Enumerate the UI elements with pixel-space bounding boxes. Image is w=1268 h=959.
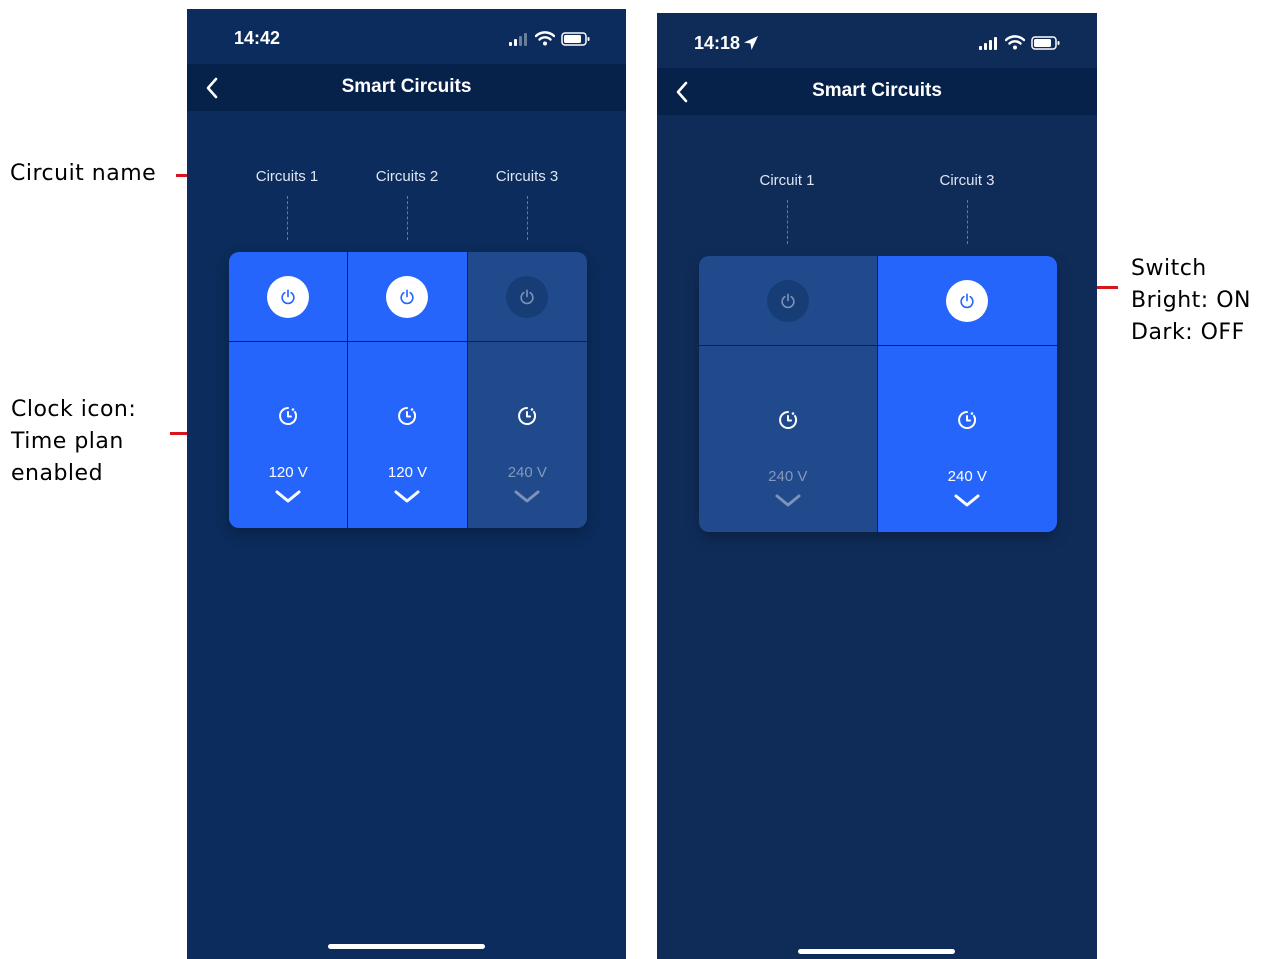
circuit-column-3: 240 V [466, 252, 587, 528]
circuit-detail-cell[interactable]: 120 V [229, 342, 348, 528]
circuit-connector [527, 196, 528, 240]
power-button[interactable] [946, 279, 989, 322]
clock-icon[interactable] [276, 404, 300, 428]
circuit-connector [967, 200, 968, 244]
circuit-switch-cell[interactable] [467, 252, 587, 342]
voltage-label: 240 V [947, 468, 987, 485]
power-icon [781, 292, 795, 308]
circuit-switch-cell[interactable] [699, 256, 877, 346]
cellular-signal-icon [509, 32, 527, 46]
circuit-switch-cell[interactable] [348, 252, 467, 342]
annotation-switch: Switch Bright: ON Dark: OFF [1131, 256, 1251, 345]
circuit-connector [407, 196, 408, 240]
status-time: 14:42 [234, 28, 281, 48]
voltage-label: 120 V [268, 464, 308, 481]
status-icons [509, 31, 591, 46]
location-arrow-icon [744, 36, 758, 50]
clock-icon[interactable] [776, 408, 800, 432]
circuit-switch-cell[interactable] [877, 256, 1057, 346]
chevron-down-icon[interactable] [393, 489, 421, 505]
circuit-column-1: 240 V [699, 256, 877, 532]
circuit-detail-cell[interactable]: 120 V [348, 342, 467, 528]
circuit-panel: 240 V 240 V [699, 256, 1057, 532]
circuit-column-1: 120 V [229, 252, 348, 528]
power-button[interactable] [766, 279, 809, 322]
clock-icon[interactable] [955, 408, 979, 432]
status-icons [979, 35, 1061, 50]
circuit-switch-cell[interactable] [229, 252, 348, 342]
power-button[interactable] [386, 275, 429, 318]
wifi-icon [1005, 35, 1025, 50]
voltage-label: 240 V [768, 468, 808, 485]
home-indicator[interactable] [328, 944, 485, 949]
voltage-label: 120 V [387, 464, 428, 481]
circuit-column-3: 240 V [876, 256, 1057, 532]
clock-icon[interactable] [395, 404, 419, 428]
battery-icon [561, 31, 590, 46]
navigation-bar: Smart Circuits [187, 64, 626, 111]
wifi-icon [535, 31, 555, 46]
chevron-down-icon[interactable] [953, 493, 981, 509]
annotation-circuit-name: Circuit name [10, 161, 157, 186]
circuit-column-2: 120 V [347, 252, 467, 528]
power-icon [281, 288, 295, 304]
right-phone-screen: 14:18 Smart Circuits Circuit 1 Circuit 3 [657, 13, 1097, 959]
annotation-clock-icon: Clock icon: Time plan enabled [11, 397, 137, 486]
chevron-down-icon[interactable] [513, 489, 541, 505]
power-button[interactable] [506, 275, 549, 318]
circuit-detail-cell[interactable]: 240 V [699, 346, 877, 532]
home-indicator[interactable] [798, 949, 955, 954]
left-phone-screen: 14:42 Smart Circuits Circuits 1 Circuits… [187, 9, 626, 959]
clock-icon[interactable] [515, 404, 539, 428]
power-icon [960, 292, 974, 308]
circuit-name-3: Circuit 3 [939, 172, 995, 189]
navigation-bar: Smart Circuits [657, 68, 1097, 115]
chevron-down-icon[interactable] [274, 489, 302, 505]
circuit-name-2: Circuits 2 [375, 168, 439, 185]
circuit-detail-cell[interactable]: 240 V [467, 342, 587, 528]
circuit-name-3: Circuits 3 [495, 168, 559, 185]
circuit-connector [287, 196, 288, 240]
status-time: 14:18 [694, 33, 741, 53]
power-button[interactable] [267, 275, 310, 318]
circuit-panel: 120 V 120 V 240 V [229, 252, 587, 528]
power-icon [400, 288, 415, 304]
page-title: Smart Circuits [341, 76, 472, 97]
chevron-down-icon[interactable] [774, 493, 802, 509]
battery-icon [1031, 35, 1060, 50]
voltage-label: 240 V [507, 464, 547, 481]
circuit-connector [787, 200, 788, 244]
page-title: Smart Circuits [812, 80, 942, 101]
circuit-name-1: Circuit 1 [759, 172, 815, 189]
circuit-name-1: Circuits 1 [255, 168, 319, 185]
power-icon [520, 288, 534, 304]
cellular-signal-icon [979, 36, 997, 50]
circuit-detail-cell[interactable]: 240 V [877, 346, 1057, 532]
